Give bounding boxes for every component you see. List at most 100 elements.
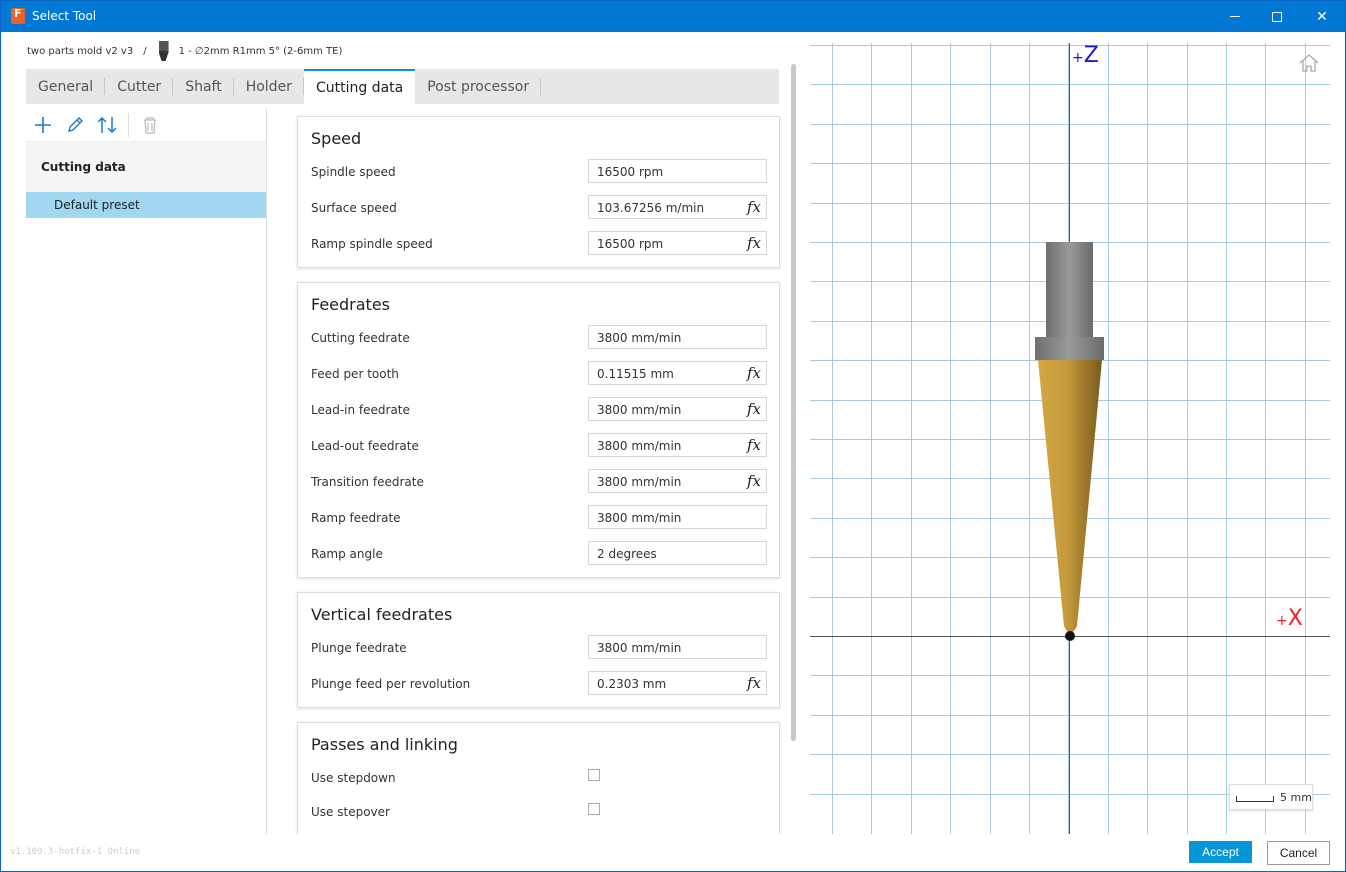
use-stepover-label: Use stepover [311, 805, 390, 819]
grid-line-vertical [1226, 43, 1227, 834]
grid-line-vertical [1147, 43, 1148, 834]
grid-line-horizontal [810, 715, 1330, 716]
plunge-feed-per-revolution-row: Plunge feed per revolution 0.2303 mm fx [298, 671, 779, 697]
cutting-feedrate-row: Cutting feedrate 3800 mm/min [298, 325, 779, 351]
feedrates-section: Feedrates Cutting feedrate 3800 mm/min Feed… [297, 282, 780, 578]
ramp-feedrate-field[interactable]: 3800 mm/min [588, 505, 767, 529]
version-label: v1.109.3-hotfix-1 Online [10, 847, 141, 857]
preset-item-default[interactable]: Default preset [26, 192, 266, 218]
spindle-speed-row: Spindle speed 16500 rpm [298, 159, 779, 185]
z-axis-label: +Z [1072, 43, 1099, 68]
maximize-icon [1272, 11, 1282, 22]
grid-line-vertical [1265, 43, 1266, 834]
scale-bar [1236, 796, 1274, 802]
tab-holder[interactable]: Holder [234, 69, 305, 104]
edit-icon[interactable] [64, 114, 86, 136]
maximize-button[interactable] [1254, 1, 1300, 32]
tab-cutter[interactable]: Cutter [105, 69, 174, 104]
ramp-feedrate-row: Ramp feedrate 3800 mm/min [298, 505, 779, 531]
preset-panel: Cutting data Default preset [26, 108, 267, 834]
window-title: Select Tool [32, 9, 97, 23]
minimize-button[interactable] [1212, 1, 1258, 32]
formula-icon[interactable]: fx [747, 674, 761, 692]
speed-section: Speed Spindle speed 16500 rpm Surface speed… [297, 116, 780, 268]
section-title: Vertical feedrates [311, 605, 453, 624]
add-icon[interactable] [32, 114, 54, 136]
formula-icon[interactable]: fx [747, 364, 761, 382]
sort-icon[interactable] [96, 114, 118, 136]
preset-list-header: Cutting data [26, 142, 266, 192]
scale-indicator: 5 mm [1229, 784, 1313, 810]
plunge-feedrate-label: Plunge feedrate [311, 641, 407, 655]
cancel-button[interactable]: Cancel [1267, 841, 1330, 865]
plunge-feed-per-revolution-value: 0.2303 mm [597, 677, 667, 691]
home-icon[interactable] [1298, 53, 1320, 73]
tool-cutter [1038, 360, 1102, 633]
use-stepdown-row: Use stepdown [298, 765, 779, 791]
grid-line-horizontal [810, 754, 1330, 755]
use-stepdown-checkbox[interactable] [588, 769, 600, 781]
close-button[interactable]: ✕ [1299, 1, 1345, 32]
transition-feedrate-row: Transition feedrate 3800 mm/min fx [298, 469, 779, 495]
feed-per-tooth-field[interactable]: 0.11515 mm fx [588, 361, 767, 385]
grid-line-horizontal [810, 203, 1330, 204]
form-scrollbar[interactable] [791, 64, 796, 741]
ramp-feedrate-label: Ramp feedrate [311, 511, 401, 525]
vertical-feedrates-section: Vertical feedrates Plunge feedrate 3800 mm… [297, 592, 780, 708]
tab-shaft[interactable]: Shaft [173, 69, 234, 104]
lead-in-feedrate-value: 3800 mm/min [597, 403, 682, 417]
tab-bar: General Cutter Shaft Holder Cutting data Post… [26, 69, 779, 104]
cutting-feedrate-field[interactable]: 3800 mm/min [588, 325, 767, 349]
plunge-feedrate-field[interactable]: 3800 mm/min [588, 635, 767, 659]
section-title: Speed [311, 129, 362, 148]
grid-line-vertical [1305, 43, 1306, 834]
accept-button[interactable]: Accept [1189, 841, 1252, 863]
ramp-feedrate-value: 3800 mm/min [597, 511, 682, 525]
tab-post-processor[interactable]: Post processor [415, 69, 541, 104]
close-icon: ✕ [1316, 8, 1328, 25]
lead-out-feedrate-value: 3800 mm/min [597, 439, 682, 453]
ramp-angle-row: Ramp angle 2 degrees [298, 541, 779, 567]
cutting-feedrate-value: 3800 mm/min [597, 331, 682, 345]
transition-feedrate-field[interactable]: 3800 mm/min fx [588, 469, 767, 493]
tool-collar [1035, 337, 1104, 360]
app-icon [11, 7, 25, 24]
ramp-angle-field[interactable]: 2 degrees [588, 541, 767, 565]
use-stepdown-label: Use stepdown [311, 771, 396, 785]
tool-preview-viewport[interactable]: +Z +X 5 mm [810, 43, 1330, 834]
plunge-feedrate-row: Plunge feedrate 3800 mm/min [298, 635, 779, 661]
grid-line-vertical [832, 43, 833, 834]
formula-icon[interactable]: fx [747, 472, 761, 490]
formula-icon[interactable]: fx [747, 234, 761, 252]
minimize-icon [1230, 16, 1240, 17]
grid-line-vertical [911, 43, 912, 834]
ramp-spindle-speed-field[interactable]: 16500 rpm fx [588, 231, 767, 255]
formula-icon[interactable]: fx [747, 198, 761, 216]
lead-in-feedrate-field[interactable]: 3800 mm/min fx [588, 397, 767, 421]
breadcrumb-document[interactable]: two parts mold v2 v3 [27, 46, 133, 57]
cutting-data-form[interactable]: Speed Spindle speed 16500 rpm Surface speed… [267, 108, 797, 834]
delete-icon[interactable] [139, 114, 161, 136]
lead-out-feedrate-field[interactable]: 3800 mm/min fx [588, 433, 767, 457]
surface-speed-field[interactable]: 103.67256 m/min fx [588, 195, 767, 219]
tab-general[interactable]: General [26, 69, 106, 104]
plunge-feed-per-revolution-field[interactable]: 0.2303 mm fx [588, 671, 767, 695]
formula-icon[interactable]: fx [747, 400, 761, 418]
tool-thumbnail-icon [158, 41, 169, 61]
tool-tip-point [1065, 631, 1075, 641]
surface-speed-row: Surface speed 103.67256 m/min fx [298, 195, 779, 221]
tool-model [1035, 242, 1104, 641]
section-title: Passes and linking [311, 735, 458, 754]
grid-line-vertical [950, 43, 951, 834]
tab-cutting-data[interactable]: Cutting data [303, 69, 416, 104]
ramp-angle-label: Ramp angle [311, 547, 383, 561]
ramp-angle-value: 2 degrees [597, 547, 657, 561]
use-stepover-checkbox[interactable] [588, 803, 600, 815]
plunge-feedrate-value: 3800 mm/min [597, 641, 682, 655]
formula-icon[interactable]: fx [747, 436, 761, 454]
feed-per-tooth-value: 0.11515 mm [597, 367, 674, 381]
lead-in-feedrate-row: Lead-in feedrate 3800 mm/min fx [298, 397, 779, 423]
spindle-speed-field[interactable]: 16500 rpm [588, 159, 767, 183]
lead-out-feedrate-label: Lead-out feedrate [311, 439, 419, 453]
scale-label: 5 mm [1280, 791, 1312, 804]
